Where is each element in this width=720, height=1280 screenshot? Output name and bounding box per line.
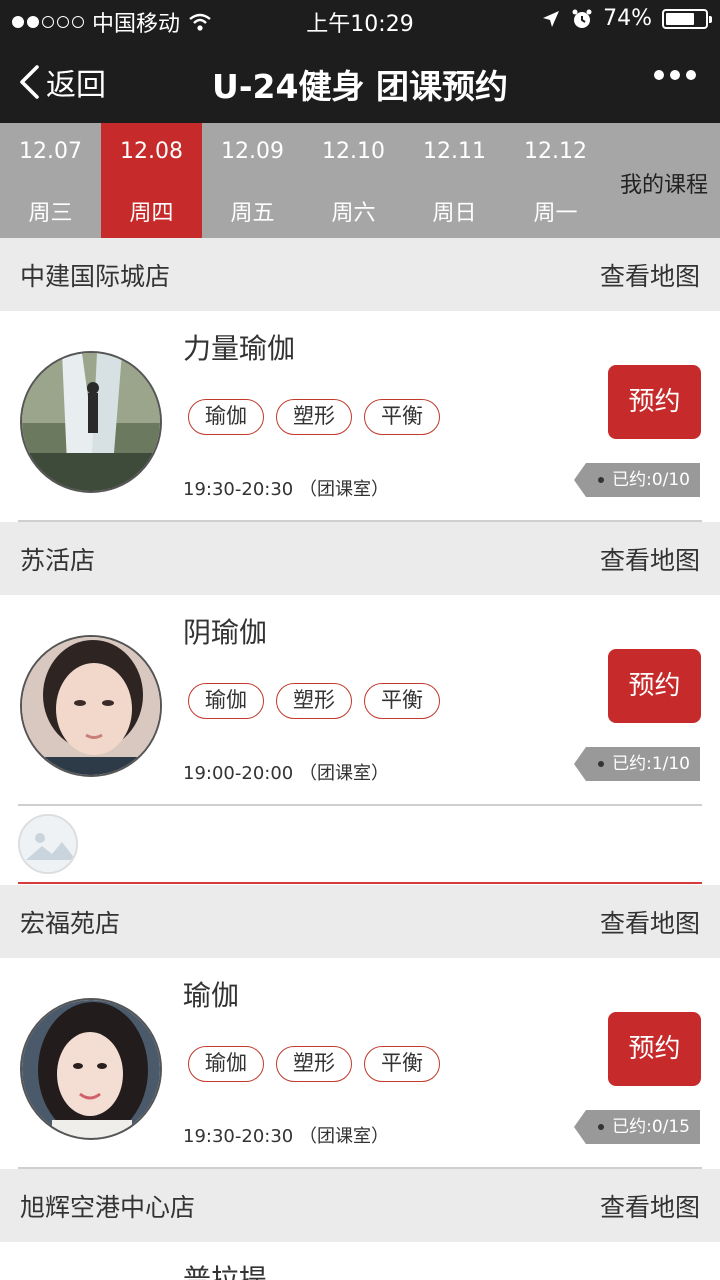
booked-count-badge: 已约:1/10 <box>574 747 700 781</box>
date-label: 12.10 <box>322 139 385 164</box>
red-divider <box>18 882 702 884</box>
course-tag: 塑形 <box>276 683 352 719</box>
weekday-label: 周四 <box>129 201 174 226</box>
date-tab-1209[interactable]: 12.09 周五 <box>202 123 303 238</box>
date-tab-1211[interactable]: 12.11 周日 <box>404 123 505 238</box>
more-menu-button[interactable] <box>654 70 696 80</box>
battery-icon <box>662 8 712 29</box>
extra-course-row <box>0 806 720 884</box>
instructor-avatar <box>20 998 162 1140</box>
date-tab-1210[interactable]: 12.10 周六 <box>303 123 404 238</box>
page-title: U-24健身 团课预约 <box>212 67 508 106</box>
date-tab-1207[interactable]: 12.07 周三 <box>0 123 101 238</box>
course-tag: 瑜伽 <box>188 683 264 719</box>
date-label: 12.08 <box>120 139 183 164</box>
status-right: 74% <box>541 6 712 31</box>
course-card: 瑜伽 瑜伽 塑形 平衡 19:30-20:30 （团课室） 预约 已约:0/15 <box>0 958 720 1169</box>
course-time: 19:00-20:00 （团课室） <box>183 763 389 784</box>
more-dot-icon <box>686 70 696 80</box>
instructor-avatar <box>20 351 162 493</box>
course-tags: 瑜伽 塑形 平衡 <box>188 683 440 719</box>
booked-count-badge: 已约:0/15 <box>574 1110 700 1144</box>
weekday-label: 周一 <box>533 201 578 226</box>
instructor-avatar <box>20 635 162 777</box>
course-tag: 瑜伽 <box>188 1046 264 1082</box>
location-arrow-icon <box>543 10 560 27</box>
date-label: 12.07 <box>19 139 82 164</box>
course-tag: 塑形 <box>276 399 352 435</box>
store-name: 苏活店 <box>20 546 96 575</box>
course-name: 瑜伽 <box>183 979 240 1012</box>
date-label: 12.11 <box>423 139 486 164</box>
course-name: 普拉提 <box>183 1263 268 1280</box>
booked-count-badge: 已约:0/10 <box>574 463 700 497</box>
course-card: 阴瑜伽 瑜伽 塑形 平衡 19:00-20:00 （团课室） 预约 已约:1/1… <box>0 595 720 806</box>
course-time: 19:30-20:30 （团课室） <box>183 479 389 500</box>
course-tag: 塑形 <box>276 1046 352 1082</box>
course-time: 19:30-20:30 （团课室） <box>183 1126 389 1147</box>
course-card: 力量瑜伽 瑜伽 塑形 平衡 19:30-20:30 （团课室） 预约 已约:0/… <box>0 311 720 522</box>
course-name: 阴瑜伽 <box>183 616 268 649</box>
date-label: 12.12 <box>524 139 587 164</box>
course-tags: 瑜伽 塑形 平衡 <box>188 1046 440 1082</box>
course-tag: 平衡 <box>364 683 440 719</box>
store-header: 苏活店 查看地图 <box>0 522 720 595</box>
date-tab-bar: 12.07 周三 12.08 周四 12.09 周五 12.10 周六 12.1… <box>0 123 720 238</box>
store-header: 宏福苑店 查看地图 <box>0 885 720 958</box>
store-header: 中建国际城店 查看地图 <box>0 238 720 311</box>
placeholder-image-icon <box>18 814 78 874</box>
more-dot-icon <box>670 70 680 80</box>
date-tab-1208[interactable]: 12.08 周四 <box>101 123 202 238</box>
store-name: 中建国际城店 <box>20 262 171 291</box>
weekday-label: 周三 <box>28 201 73 226</box>
date-tab-1212[interactable]: 12.12 周一 <box>505 123 606 238</box>
view-map-link[interactable]: 查看地图 <box>600 1188 700 1224</box>
alarm-icon <box>572 9 592 28</box>
status-bar: 中国移动 上午10:29 74% <box>0 0 720 40</box>
store-header: 旭辉空港中心店 查看地图 <box>0 1169 720 1242</box>
more-dot-icon <box>654 70 664 80</box>
course-tags: 瑜伽 塑形 平衡 <box>188 399 440 435</box>
course-tag: 平衡 <box>364 399 440 435</box>
view-map-link[interactable]: 查看地图 <box>600 257 700 293</box>
course-tag: 平衡 <box>364 1046 440 1082</box>
battery-percent: 74% <box>603 6 652 31</box>
battery-level-fill <box>666 12 694 25</box>
view-map-link[interactable]: 查看地图 <box>600 904 700 940</box>
weekday-label: 周五 <box>230 201 275 226</box>
nav-bar: 返回 U-24健身 团课预约 <box>0 40 720 123</box>
book-button[interactable]: 预约 <box>608 1012 701 1086</box>
weekday-label: 周六 <box>331 201 376 226</box>
course-name: 力量瑜伽 <box>183 332 296 365</box>
my-courses-link[interactable]: 我的课程 <box>620 167 708 199</box>
book-button[interactable]: 预约 <box>608 365 701 439</box>
course-card: 普拉提 <box>0 1242 720 1280</box>
book-button[interactable]: 预约 <box>608 649 701 723</box>
store-name: 宏福苑店 <box>20 909 121 938</box>
weekday-label: 周日 <box>432 201 477 226</box>
view-map-link[interactable]: 查看地图 <box>600 541 700 577</box>
course-tag: 瑜伽 <box>188 399 264 435</box>
store-name: 旭辉空港中心店 <box>20 1193 196 1222</box>
date-label: 12.09 <box>221 139 284 164</box>
